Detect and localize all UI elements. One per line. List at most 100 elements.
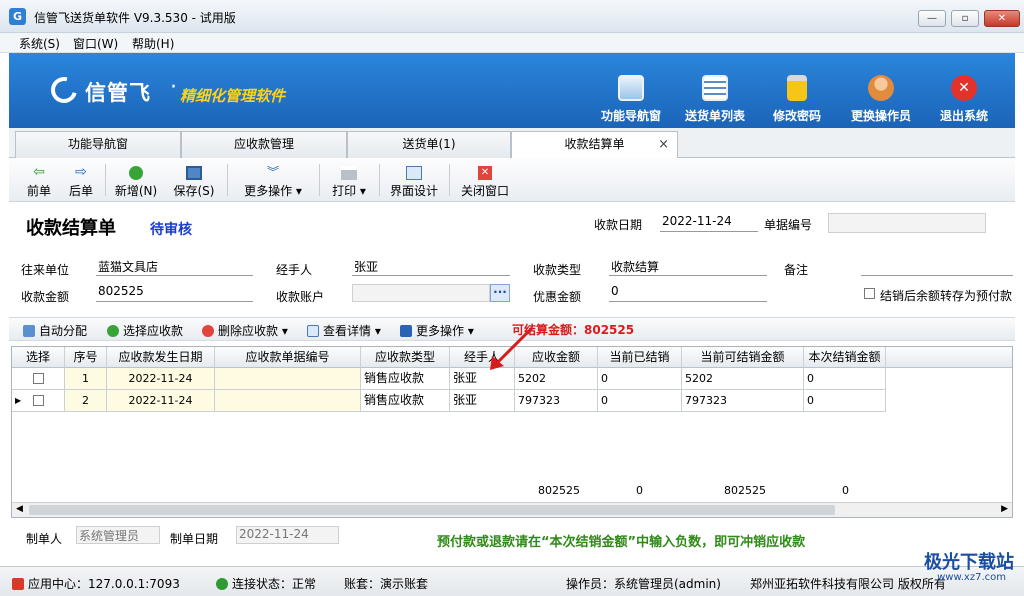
auto-allocate-label: 自动分配: [39, 324, 88, 338]
discount-field[interactable]: 0: [609, 284, 767, 302]
account-field[interactable]: [352, 284, 490, 302]
available-cell: 5202: [682, 368, 804, 390]
total-amount: 802525: [538, 484, 580, 497]
docno-cell: [215, 390, 361, 412]
close-window-button[interactable]: ✕: [984, 10, 1020, 27]
partner-field[interactable]: 蓝猫文具店: [96, 258, 253, 276]
total-current: 0: [842, 484, 849, 497]
view-details-button[interactable]: 查看详情 ▾: [307, 322, 381, 339]
next-doc-button[interactable]: ⇨ 后单: [63, 162, 99, 200]
change-password-label: 修改密码: [772, 109, 821, 123]
settled-cell: 0: [598, 368, 682, 390]
toolbar-separator: [319, 164, 320, 196]
check-circle-icon: [216, 578, 228, 590]
make-date-field: 2022-11-24: [236, 526, 339, 544]
app-center-status: 应用中心：127.0.0.1:7093: [12, 575, 180, 592]
docno-label: 单据编号: [764, 218, 813, 232]
tab-nav-window[interactable]: 功能导航窗: [15, 131, 181, 158]
column-header[interactable]: 当前已结销: [598, 347, 682, 368]
select-cell[interactable]: [12, 368, 65, 390]
select-cell[interactable]: ▶: [12, 390, 65, 412]
column-header[interactable]: 序号: [65, 347, 107, 368]
close-tab-icon[interactable]: ×: [658, 132, 669, 157]
change-password-button[interactable]: 修改密码: [757, 73, 837, 125]
docno-field[interactable]: [828, 213, 986, 233]
prepay-checkbox[interactable]: [864, 288, 875, 299]
delete-receivable-button[interactable]: 删除应收款 ▾: [202, 322, 288, 339]
view-details-label: 查看详情: [323, 324, 372, 338]
scroll-right-icon[interactable]: ▶: [1001, 504, 1008, 514]
auto-allocate-button[interactable]: 自动分配: [23, 322, 87, 339]
column-header[interactable]: 应收款发生日期: [107, 347, 215, 368]
tab-receivables[interactable]: 应收款管理: [181, 131, 347, 158]
annotation-arrow-icon: [490, 326, 534, 370]
note-field[interactable]: [861, 258, 1013, 276]
prepay-label: 结销后余额转存为预付款: [880, 289, 1013, 303]
scroll-left-icon[interactable]: ◀: [16, 504, 23, 514]
more-actions-button[interactable]: ︾ 更多操作 ▾: [233, 162, 313, 200]
delete-circle-icon: [202, 325, 214, 337]
settled-cell: 0: [598, 390, 682, 412]
status-bar: 应用中心：127.0.0.1:7093 连接状态：正常 账套：演示账套 操作员：…: [0, 566, 1024, 596]
account-book-status: 账套：演示账套: [344, 577, 429, 591]
tab-settlement[interactable]: 收款结算单 ×: [511, 131, 678, 159]
details-icon: [307, 325, 319, 337]
new-button[interactable]: 新增(N): [111, 162, 161, 200]
prev-doc-label: 前单: [26, 184, 51, 198]
date-cell: 2022-11-24: [107, 390, 215, 412]
switch-operator-label: 更换操作员: [850, 109, 911, 123]
column-header[interactable]: 应收款类型: [361, 347, 450, 368]
layout-icon: [406, 166, 422, 180]
menu-help[interactable]: 帮助(H): [132, 35, 174, 52]
minimize-button[interactable]: —: [918, 10, 946, 27]
menu-window[interactable]: 窗口(W): [73, 35, 118, 52]
banner: 信管飞 · 精细化管理软件 功能导航窗 送货单列表 修改密码 更换操作员 ✕ 退…: [9, 53, 1015, 128]
row-checkbox[interactable]: [32, 395, 44, 406]
close-window-tool-label: 关闭窗口: [460, 184, 509, 198]
column-header[interactable]: 选择: [12, 347, 65, 368]
prev-doc-button[interactable]: ⇦ 前单: [21, 162, 57, 200]
handler-label: 经手人: [276, 263, 313, 277]
date-field[interactable]: 2022-11-24: [660, 214, 758, 232]
connection-status: 连接状态：正常: [216, 575, 316, 592]
account-browse-button[interactable]: ···: [490, 284, 510, 302]
exit-system-button[interactable]: ✕ 退出系统: [924, 73, 1004, 125]
printer-icon: [341, 166, 357, 180]
type-field[interactable]: 收款结算: [609, 258, 767, 276]
layout-design-button[interactable]: 界面设计: [385, 162, 443, 200]
toolbar-separator: [379, 164, 380, 196]
floppy-disk-icon: [186, 166, 202, 180]
amount-field[interactable]: 802525: [96, 284, 253, 302]
save-button[interactable]: 保存(S): [169, 162, 219, 200]
operator-status: 操作员：系统管理员(admin): [566, 577, 721, 591]
maximize-button[interactable]: ▫: [951, 10, 979, 27]
discount-label: 优惠金额: [533, 290, 582, 304]
brand-slogan: 精细化管理软件: [180, 87, 286, 105]
scrollbar-thumb[interactable]: [29, 505, 835, 515]
row-pointer-icon: ▶: [15, 396, 22, 405]
print-button[interactable]: 打印 ▾: [325, 162, 373, 200]
amount-label: 收款金额: [21, 290, 70, 304]
close-window-tool-button[interactable]: ✕ 关闭窗口: [455, 162, 515, 200]
tab-delivery-order[interactable]: 送货单(1): [347, 131, 511, 158]
delivery-list-label: 送货单列表: [684, 109, 745, 123]
current-cell[interactable]: 0: [804, 390, 886, 412]
menu-system[interactable]: 系统(S): [19, 35, 60, 52]
row-checkbox[interactable]: [32, 373, 44, 384]
handler-field[interactable]: 张亚: [352, 258, 510, 276]
select-receivable-button[interactable]: 选择应收款: [107, 322, 183, 339]
column-header[interactable]: 当前可结销金额: [682, 347, 804, 368]
monitor-icon: [618, 75, 644, 101]
copyright-text: 郑州亚拓软件科技有限公司 版权所有: [750, 577, 946, 591]
column-header[interactable]: 应收款单据编号: [215, 347, 361, 368]
delivery-list-button[interactable]: 送货单列表: [675, 73, 755, 125]
nav-window-button[interactable]: 功能导航窗: [591, 73, 671, 125]
current-cell[interactable]: 0: [804, 368, 886, 390]
switch-operator-button[interactable]: 更换操作员: [841, 73, 921, 125]
horizontal-scrollbar[interactable]: ◀ ▶: [12, 502, 1012, 517]
column-header[interactable]: 本次结销金额: [804, 347, 886, 368]
grid-more-actions-button[interactable]: 更多操作 ▾: [400, 322, 474, 339]
total-settled: 0: [636, 484, 643, 497]
grid-more-actions-label: 更多操作: [416, 324, 465, 338]
watermark-url: www.xz7.com: [937, 572, 1006, 583]
